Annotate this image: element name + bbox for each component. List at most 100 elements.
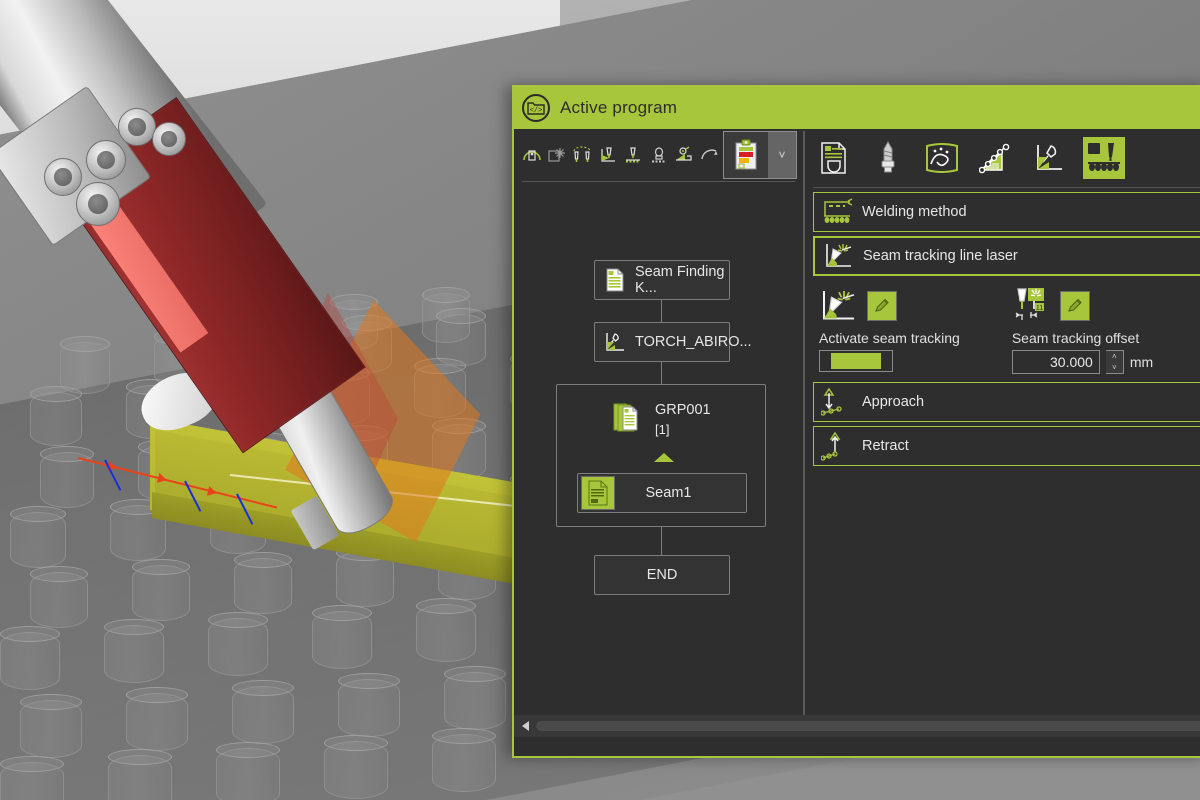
- horizontal-scrollbar[interactable]: [514, 715, 1200, 737]
- stamp-point-icon[interactable]: [647, 140, 670, 170]
- line-laser-icon: [819, 287, 859, 325]
- torch-step-icon[interactable]: [672, 140, 695, 170]
- fixture-peg: [0, 762, 64, 800]
- fixture-peg: [0, 632, 60, 690]
- seam-tracking-fields: Activate seam tracking: [809, 276, 1200, 378]
- fixture-peg: [338, 679, 400, 737]
- torch-angle-icon[interactable]: [1029, 137, 1071, 179]
- multi-document-icon: [613, 403, 645, 433]
- window-statusbar: [514, 715, 1200, 758]
- stepper-up-icon[interactable]: ˄: [1106, 351, 1123, 362]
- fixture-peg: [234, 558, 292, 614]
- seam-tracking-line-laser-label: Seam tracking line laser: [863, 248, 1018, 264]
- fixture-peg: [10, 512, 66, 568]
- torch-abiro-node[interactable]: TORCH_ABIRO...: [594, 322, 730, 362]
- spot-weld-icon[interactable]: [545, 140, 568, 170]
- arc-motion-icon[interactable]: [698, 140, 721, 170]
- torch-connector-4: [44, 158, 82, 196]
- clipboard-icon[interactable]: [724, 132, 768, 178]
- torch-connector-2: [152, 122, 186, 156]
- window-body: ˅: [514, 129, 1200, 715]
- offset-measure-icon: 11: [1012, 287, 1052, 325]
- svg-text:11: 11: [1036, 305, 1043, 312]
- seam-finding-node-label: Seam Finding K...: [635, 264, 729, 296]
- activate-seam-tracking-toggle[interactable]: [819, 350, 893, 372]
- tree-connector-3: [661, 527, 662, 555]
- seam-tracking-offset-stepper[interactable]: ˄ ˅: [1106, 350, 1124, 374]
- fixture-peg: [232, 686, 294, 744]
- seam-tracking-offset-field: 11: [1012, 284, 1153, 374]
- torch-connector-3: [86, 140, 126, 180]
- fixture-peg: [324, 741, 388, 799]
- drill-tool-icon[interactable]: [867, 137, 909, 179]
- collapse-arrow-icon[interactable]: [654, 453, 674, 462]
- fixture-peg: [30, 392, 82, 446]
- seam-tracking-offset-input[interactable]: 30.000: [1012, 350, 1100, 374]
- toolbar-divider-right: [813, 187, 1200, 188]
- group-node-subtitle: [1]: [655, 422, 669, 437]
- properties-pane: Welding method: [805, 129, 1200, 715]
- seam-tracking-offset-label: Seam tracking offset: [1012, 330, 1153, 346]
- fixture-peg: [416, 604, 476, 662]
- program-shield-icon[interactable]: [813, 137, 855, 179]
- retract-label: Retract: [862, 438, 909, 454]
- chevron-down-icon[interactable]: ˅: [768, 132, 796, 178]
- torch-angle-icon: [595, 330, 635, 354]
- end-node[interactable]: END: [594, 555, 730, 595]
- seam-tracking-offset-icons: 11: [1012, 284, 1153, 328]
- seam1-node-label: Seam1: [615, 485, 746, 501]
- svg-text:</>: </>: [530, 107, 543, 115]
- active-program-window: </> Active program: [512, 85, 1200, 758]
- torch-abiro-node-label: TORCH_ABIRO...: [635, 334, 752, 350]
- properties-rows: Welding method: [805, 192, 1200, 466]
- scrollbar-thumb[interactable]: [536, 721, 1200, 731]
- properties-toolbar: [805, 129, 1200, 187]
- fixture-peg: [126, 693, 188, 751]
- weld-seam-icon[interactable]: [1083, 137, 1125, 179]
- fixture-peg: [30, 572, 88, 628]
- torch-connector-5: [76, 182, 120, 226]
- fixture-peg: [108, 755, 172, 800]
- torch-corner-icon[interactable]: [596, 140, 619, 170]
- tree-connector-1: [661, 298, 662, 324]
- approach-row[interactable]: Approach: [813, 382, 1200, 422]
- scroll-left-arrow-icon[interactable]: [514, 715, 536, 737]
- welding-method-row[interactable]: Welding method: [813, 192, 1200, 232]
- seam-finding-node[interactable]: Seam Finding K...: [594, 260, 730, 300]
- torch-seam-icon[interactable]: [622, 140, 645, 170]
- fixture-peg: [216, 748, 280, 800]
- program-tree: Seam Finding K... TORCH_ABIRO...: [514, 182, 803, 704]
- pencil-icon[interactable]: [1060, 291, 1090, 321]
- group-node-title: GRP001: [655, 402, 711, 418]
- group-node[interactable]: GRP001 [1]: [556, 384, 766, 527]
- retract-row[interactable]: Retract: [813, 426, 1200, 466]
- seam-tracking-offset-control: 30.000 ˄ ˅ mm: [1012, 350, 1153, 374]
- seam1-node[interactable]: Seam1: [577, 473, 747, 513]
- line-laser-icon: [815, 241, 863, 271]
- program-toolbar: ˅: [514, 129, 803, 181]
- end-node-label: END: [647, 567, 678, 583]
- seam-tracking-offset-unit: mm: [1130, 354, 1153, 370]
- fixture-peg: [20, 700, 82, 758]
- two-torches-icon[interactable]: [571, 140, 594, 170]
- window-titlebar: </> Active program: [514, 87, 1200, 129]
- seam-tracking-line-laser-row[interactable]: Seam tracking line laser: [813, 236, 1200, 276]
- activate-seam-tracking-icons: [819, 284, 960, 328]
- program-folder-code-icon: </>: [522, 94, 550, 122]
- tree-connector-2: [661, 360, 662, 386]
- program-tree-pane: ˅: [514, 129, 803, 715]
- fixture-peg: [432, 734, 496, 792]
- measure-points-icon[interactable]: [975, 137, 1017, 179]
- approach-label: Approach: [862, 394, 924, 410]
- stepper-down-icon[interactable]: ˅: [1106, 362, 1123, 373]
- fixture-peg: [312, 611, 372, 669]
- path-surface-icon[interactable]: [921, 137, 963, 179]
- pencil-icon[interactable]: [867, 291, 897, 321]
- program-document-icon: [595, 268, 635, 292]
- activate-seam-tracking-field: Activate seam tracking: [819, 284, 960, 374]
- gauge-sensor-icon[interactable]: [520, 140, 543, 170]
- welding-method-label: Welding method: [862, 204, 967, 220]
- approach-icon: [814, 387, 862, 417]
- torch-connector-1: [118, 108, 156, 146]
- clipboard-dropdown-group[interactable]: ˅: [723, 131, 797, 179]
